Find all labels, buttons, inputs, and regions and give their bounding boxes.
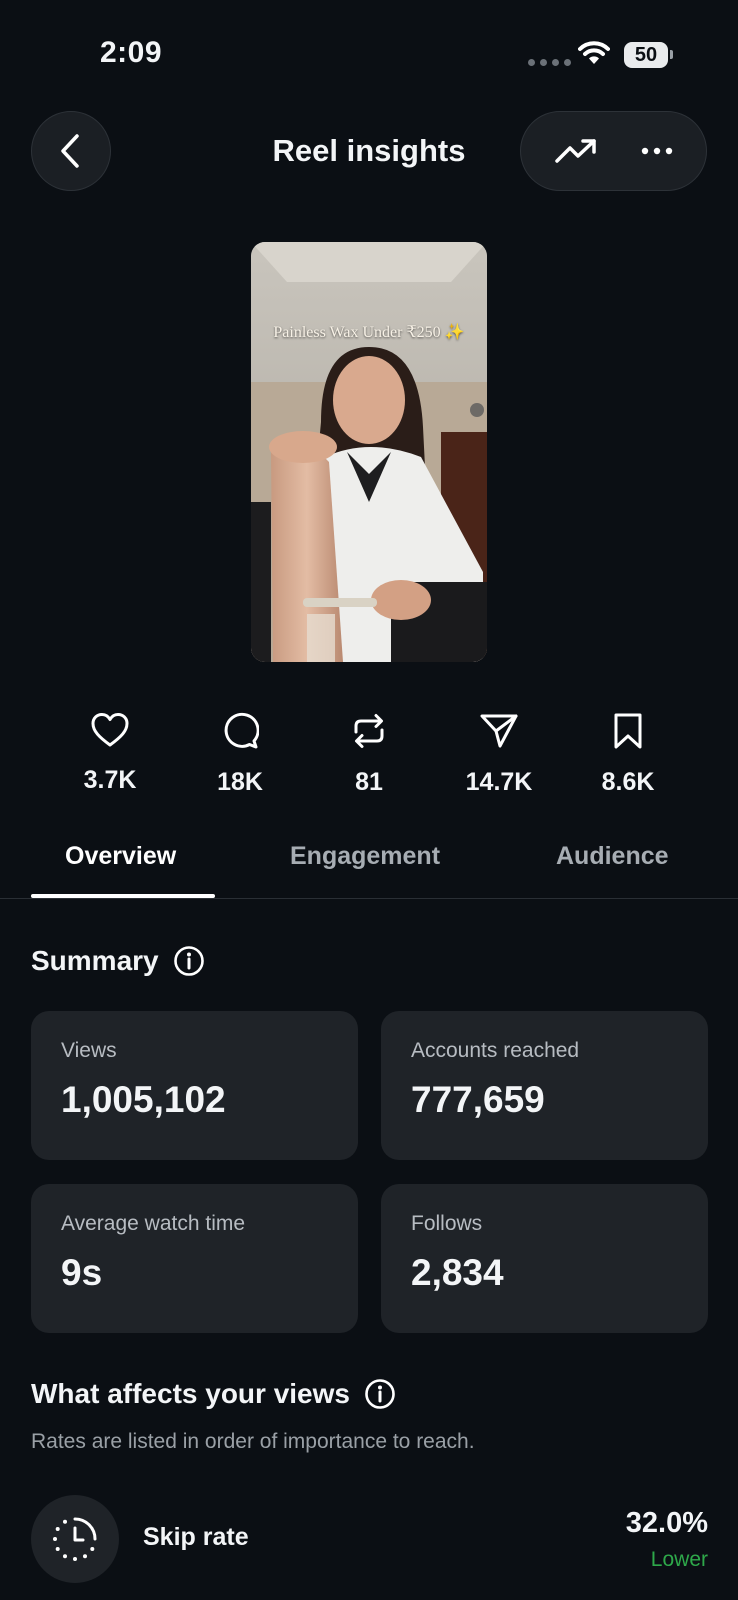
skip-rate-icon-wrap [31, 1495, 119, 1583]
skip-rate-label: Skip rate [143, 1523, 249, 1551]
tab-overview[interactable]: Overview [65, 842, 176, 871]
cellular-signal-icon [528, 59, 571, 66]
status-time: 2:09 [100, 36, 163, 69]
info-icon[interactable] [173, 945, 205, 977]
card-label: Average watch time [61, 1212, 246, 1235]
shares-count: 14.7K [465, 768, 533, 796]
card-value: 2,834 [411, 1252, 504, 1293]
summary-header: Summary [31, 945, 205, 977]
battery-icon: 50 [624, 42, 668, 68]
comments-stat: 18K [185, 712, 295, 797]
tab-divider [0, 898, 738, 899]
saves-stat: 8.6K [573, 712, 683, 797]
header-actions [520, 111, 707, 191]
comment-icon [224, 712, 259, 749]
accounts-reached-card[interactable]: Accounts reached 777,659 [381, 1011, 708, 1160]
skip-rate-comparison: Lower [650, 1548, 708, 1571]
reel-caption: Painless Wax Under ₹250 ✨ [273, 324, 465, 341]
follows-card[interactable]: Follows 2,834 [381, 1184, 708, 1333]
more-icon [641, 147, 672, 155]
tab-engagement[interactable]: Engagement [290, 842, 440, 871]
tab-active-indicator [31, 894, 215, 898]
shares-stat: 14.7K [444, 712, 554, 797]
card-value: 1,005,102 [61, 1079, 226, 1120]
tab-audience[interactable]: Audience [556, 842, 669, 871]
views-card[interactable]: Views 1,005,102 [31, 1011, 358, 1160]
repost-icon [354, 714, 384, 748]
share-icon [480, 714, 518, 748]
clock-dotted-icon [53, 1517, 97, 1561]
skip-rate-value: 32.0% [625, 1507, 708, 1539]
card-value: 9s [61, 1252, 103, 1293]
views-factors-subtitle: Rates are listed in order of importance … [31, 1430, 475, 1453]
info-icon[interactable] [364, 1378, 396, 1410]
likes-stat: 3.7K [55, 712, 165, 795]
average-watch-time-card[interactable]: Average watch time 9s [31, 1184, 358, 1333]
card-label: Follows [411, 1212, 483, 1235]
wifi-icon [578, 40, 610, 71]
reposts-stat: 81 [314, 712, 424, 797]
likes-count: 3.7K [83, 766, 137, 794]
card-label: Accounts reached [411, 1039, 580, 1062]
trending-up-icon [555, 139, 596, 163]
reel-thumbnail[interactable]: Painless Wax Under ₹250 ✨ [251, 242, 487, 662]
heart-icon [91, 713, 129, 747]
card-value: 777,659 [411, 1079, 545, 1120]
reposts-count: 81 [355, 768, 383, 796]
views-factors-header: What affects your views [31, 1378, 396, 1410]
card-label: Views [61, 1039, 117, 1062]
battery-nub [670, 50, 673, 59]
views-factors-title: What affects your views [31, 1378, 350, 1409]
reel-image [251, 242, 487, 662]
summary-title: Summary [31, 945, 159, 976]
saves-count: 8.6K [601, 768, 655, 796]
bookmark-icon [614, 713, 642, 749]
trending-button[interactable] [554, 137, 598, 165]
comments-count: 18K [217, 768, 263, 796]
more-button[interactable] [641, 147, 673, 155]
